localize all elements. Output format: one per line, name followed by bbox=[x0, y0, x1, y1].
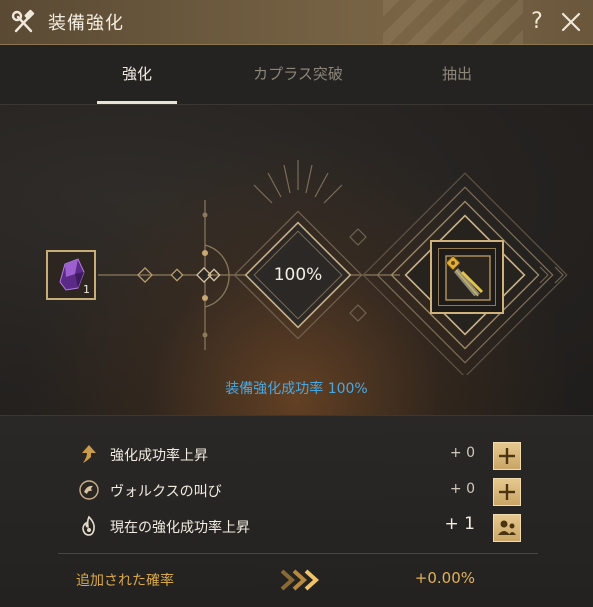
title-bar[interactable]: 装備強化 ? bbox=[0, 0, 593, 45]
help-button[interactable]: ? bbox=[526, 7, 548, 37]
arrow-up-icon bbox=[82, 445, 96, 463]
success-percent-display: 100% bbox=[273, 265, 323, 285]
window-title: 装備強化 bbox=[48, 13, 124, 34]
material-count: 1 bbox=[83, 283, 90, 296]
bonus-row: 現在の強化成功率上昇 + 1 bbox=[0, 512, 593, 542]
plus-icon bbox=[499, 448, 515, 464]
title-bar-decoration bbox=[383, 0, 523, 44]
close-icon[interactable] bbox=[559, 10, 583, 34]
bonus-panel: 強化成功率上昇 + 0 ヴォルクスの叫び + 0 現在の強化成功率上昇 + 1 … bbox=[0, 415, 593, 607]
add-success-rate-button[interactable] bbox=[493, 442, 521, 470]
bonus-label: 強化成功率上昇 bbox=[110, 448, 208, 464]
tab-kapras-breakthrough[interactable]: カプラス突破 bbox=[230, 45, 366, 105]
party-icon bbox=[498, 520, 516, 535]
bonus-row: ヴォルクスの叫び + 0 bbox=[0, 476, 593, 506]
panel-divider bbox=[58, 553, 538, 554]
triple-chevron-icon bbox=[280, 569, 319, 591]
bonus-value: + 1 bbox=[444, 514, 475, 534]
equipment-slot[interactable] bbox=[430, 240, 504, 314]
bonus-label: ヴォルクスの叫び bbox=[110, 484, 222, 500]
party-bonus-button[interactable] bbox=[493, 514, 521, 542]
hammer-wrench-icon bbox=[11, 9, 35, 33]
equipped-marker-icon bbox=[446, 256, 460, 270]
glow-rays bbox=[253, 160, 343, 204]
added-probability-label: 追加された確率 bbox=[76, 573, 174, 589]
plus-icon bbox=[499, 484, 515, 500]
enhance-success-rate: 装備強化成功率 100% bbox=[225, 381, 368, 397]
bonus-row: 強化成功率上昇 + 0 bbox=[0, 440, 593, 470]
bonus-label: 現在の強化成功率上昇 bbox=[110, 520, 250, 536]
tab-bar: 強化 カプラス突破 抽出 bbox=[0, 45, 593, 105]
material-slot[interactable]: 1 bbox=[46, 250, 96, 300]
tab-extract[interactable]: 抽出 bbox=[420, 45, 494, 105]
bonus-value: + 0 bbox=[449, 481, 475, 497]
add-volks-cry-button[interactable] bbox=[493, 478, 521, 506]
bonus-value: + 0 bbox=[449, 445, 475, 461]
enhance-diagram bbox=[98, 160, 568, 375]
added-probability-value: +0.00% bbox=[414, 569, 475, 587]
wolf-emblem-icon bbox=[79, 480, 99, 500]
tab-enhance[interactable]: 強化 bbox=[97, 45, 177, 105]
flame-icon bbox=[82, 515, 95, 536]
equipment-enhance-window: 装備強化 ? 強化 カプラス突破 抽出 1 100% 装備強化成功率 100% … bbox=[0, 0, 593, 607]
